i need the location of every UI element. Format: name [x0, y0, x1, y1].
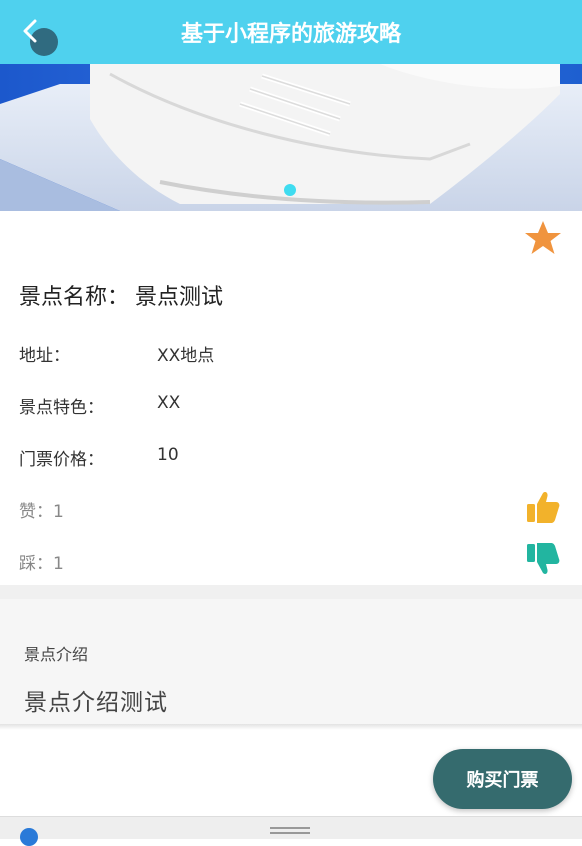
- chevron-left-icon[interactable]: [18, 18, 44, 44]
- divider: [0, 724, 582, 730]
- attraction-name-label: 景点名称：: [19, 285, 130, 310]
- likes-count: 赞：1: [19, 497, 64, 522]
- detail-label: 门票价格：: [19, 450, 104, 470]
- dislikes-label: 踩：: [19, 554, 53, 574]
- intro-section: 景点介绍 景点介绍测试: [0, 585, 582, 725]
- buy-ticket-button[interactable]: 购买门票: [433, 749, 572, 809]
- detail-value: XX地点: [157, 346, 215, 366]
- likes-value: 1: [53, 502, 64, 522]
- dislikes-value: 1: [53, 554, 64, 574]
- detail-row-price: 门票价格： 10: [19, 445, 179, 470]
- app-header: 基于小程序的旅游攻略: [0, 0, 582, 64]
- detail-label: 景点特色：: [19, 398, 104, 418]
- dislikes-count: 踩：1: [19, 549, 64, 574]
- detail-value: XX: [157, 393, 181, 413]
- intro-text: 景点介绍测试: [24, 690, 168, 716]
- scroll-knob[interactable]: [20, 828, 38, 846]
- attraction-name: 景点名称： 景点测试: [19, 279, 223, 311]
- likes-label: 赞：: [19, 502, 53, 522]
- detail-row-address: 地址： XX地点: [19, 341, 214, 366]
- page-title: 基于小程序的旅游攻略: [180, 21, 401, 47]
- thumbs-down-icon[interactable]: [526, 542, 560, 576]
- intro-label: 景点介绍: [24, 645, 89, 664]
- attraction-name-value: 景点测试: [135, 285, 224, 310]
- carousel-indicator[interactable]: [284, 184, 296, 196]
- detail-row-feature: 景点特色： XX: [19, 393, 180, 418]
- drag-handle-icon[interactable]: [270, 827, 310, 835]
- detail-label: 地址：: [19, 346, 70, 366]
- thumbs-up-icon[interactable]: [526, 490, 560, 524]
- star-icon[interactable]: [524, 219, 562, 257]
- detail-value: 10: [157, 445, 179, 465]
